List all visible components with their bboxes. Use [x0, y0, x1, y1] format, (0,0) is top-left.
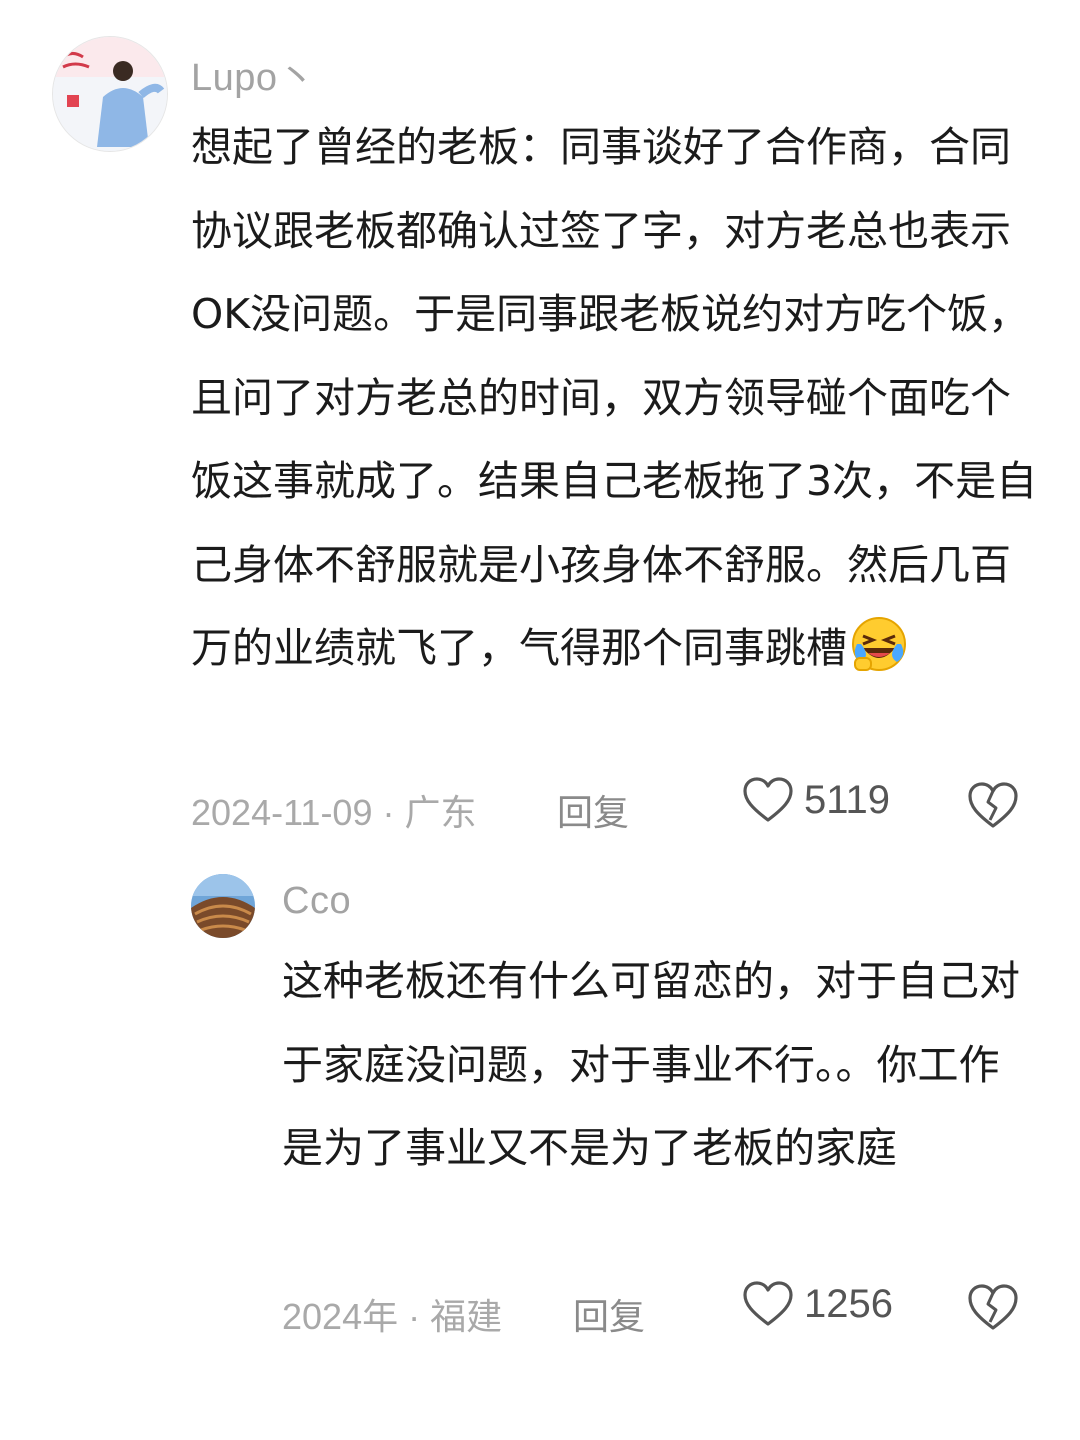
heart-icon — [743, 1281, 793, 1326]
like-button[interactable]: 1256 — [742, 1280, 893, 1328]
broken-heart-icon — [968, 1284, 1018, 1330]
building-photo-avatar-icon — [191, 874, 255, 938]
like-count: 1256 — [804, 1281, 893, 1326]
username[interactable]: Cco — [282, 880, 351, 923]
user-avatar[interactable] — [191, 874, 255, 938]
user-avatar[interactable] — [52, 36, 168, 152]
comment-body: 想起了曾经的老板：同事谈好了合作商，合同协议跟老板都确认过签了字，对方老总也表示… — [191, 123, 1038, 672]
comment-text: 想起了曾经的老板：同事谈好了合作商，合同协议跟老板都确认过签了字，对方老总也表示… — [191, 106, 1041, 691]
broken-heart-icon — [968, 782, 1018, 828]
comment-meta: 2024年 · 福建 — [282, 1296, 503, 1337]
comment-meta: 2024-11-09 · 广东 — [191, 792, 477, 833]
user-photo-avatar-icon — [53, 37, 167, 151]
like-count: 5119 — [804, 777, 891, 822]
like-button[interactable]: 5119 — [742, 776, 890, 824]
comment-text: 这种老板还有什么可留恋的，对于自己对于家庭没问题，对于事业不行。。你工作是为了事… — [282, 957, 1020, 1172]
comment-item: Lupo丶 想起了曾经的老板：同事谈好了合作商，合同协议跟老板都确认过签了字，对… — [0, 0, 1080, 860]
heart-icon — [743, 777, 793, 822]
reply-button[interactable]: 回复 — [557, 784, 629, 836]
reply-button[interactable]: 回复 — [573, 1288, 645, 1340]
username[interactable]: Lupo丶 — [191, 46, 316, 101]
dislike-button[interactable] — [966, 780, 1020, 830]
dislike-button[interactable] — [966, 1282, 1020, 1332]
laughing-crying-emoji-icon — [849, 614, 909, 674]
